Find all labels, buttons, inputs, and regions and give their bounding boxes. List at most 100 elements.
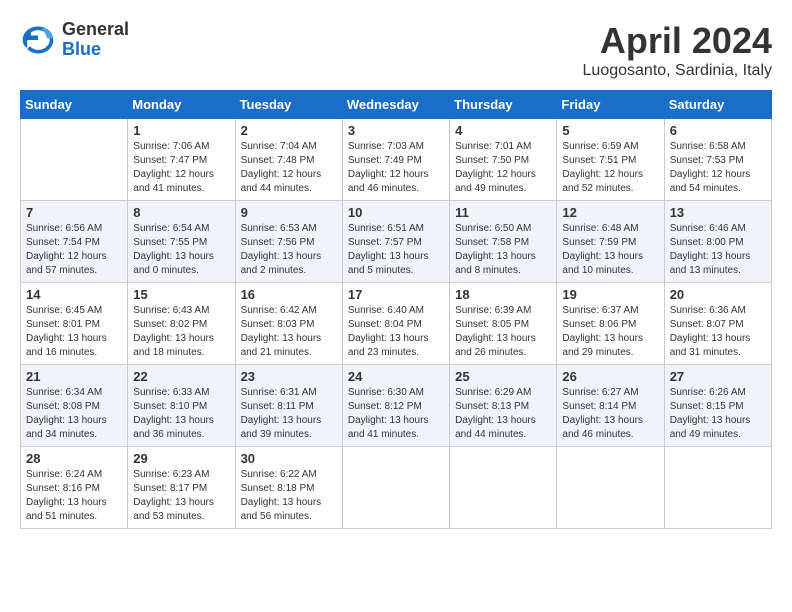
- day-number: 21: [26, 369, 122, 384]
- calendar-day-cell: 17 Sunrise: 6:40 AM Sunset: 8:04 PM Dayli…: [342, 283, 449, 365]
- day-number: 17: [348, 287, 444, 302]
- logo-blue-text: Blue: [62, 40, 129, 60]
- calendar-day-cell: 30 Sunrise: 6:22 AM Sunset: 8:18 PM Dayli…: [235, 447, 342, 529]
- calendar-day-cell: 22 Sunrise: 6:33 AM Sunset: 8:10 PM Dayli…: [128, 365, 235, 447]
- day-info: Sunrise: 6:22 AM Sunset: 8:18 PM Dayligh…: [241, 468, 337, 524]
- calendar-day-cell: 15 Sunrise: 6:43 AM Sunset: 8:02 PM Dayli…: [128, 283, 235, 365]
- day-info: Sunrise: 6:58 AM Sunset: 7:53 PM Dayligh…: [670, 140, 766, 196]
- day-number: 22: [133, 369, 229, 384]
- day-info: Sunrise: 6:31 AM Sunset: 8:11 PM Dayligh…: [241, 386, 337, 442]
- calendar-day-cell: 23 Sunrise: 6:31 AM Sunset: 8:11 PM Dayli…: [235, 365, 342, 447]
- title-area: April 2024 Luogosanto, Sardinia, Italy: [583, 20, 772, 80]
- day-number: 26: [562, 369, 658, 384]
- day-info: Sunrise: 7:03 AM Sunset: 7:49 PM Dayligh…: [348, 140, 444, 196]
- day-info: Sunrise: 7:06 AM Sunset: 7:47 PM Dayligh…: [133, 140, 229, 196]
- calendar-day-cell: 29Sunrise: 6:23 AM Sunset: 8:17 PM Dayli…: [128, 447, 235, 529]
- calendar-week-row: 28Sunrise: 6:24 AM Sunset: 8:16 PM Dayli…: [21, 447, 772, 529]
- calendar-day-cell: 14Sunrise: 6:45 AM Sunset: 8:01 PM Dayli…: [21, 283, 128, 365]
- day-info: Sunrise: 6:43 AM Sunset: 8:02 PM Dayligh…: [133, 304, 229, 360]
- day-number: 15: [133, 287, 229, 302]
- calendar-day-cell: [664, 447, 771, 529]
- day-info: Sunrise: 7:04 AM Sunset: 7:48 PM Dayligh…: [241, 140, 337, 196]
- day-number: 16: [241, 287, 337, 302]
- day-number: 14: [26, 287, 122, 302]
- day-number: 13: [670, 205, 766, 220]
- day-number: 12: [562, 205, 658, 220]
- calendar-day-cell: 8 Sunrise: 6:54 AM Sunset: 7:55 PM Daylig…: [128, 201, 235, 283]
- day-info: Sunrise: 6:59 AM Sunset: 7:51 PM Dayligh…: [562, 140, 658, 196]
- calendar-day-cell: 5Sunrise: 6:59 AM Sunset: 7:51 PM Daylig…: [557, 119, 664, 201]
- day-info: Sunrise: 6:54 AM Sunset: 7:55 PM Dayligh…: [133, 222, 229, 278]
- calendar-day-cell: 11Sunrise: 6:50 AM Sunset: 7:58 PM Dayli…: [450, 201, 557, 283]
- day-header-monday: Monday: [128, 91, 235, 119]
- calendar-header-row: SundayMondayTuesdayWednesdayThursdayFrid…: [21, 91, 772, 119]
- day-number: 3: [348, 123, 444, 138]
- logo-icon: [20, 22, 56, 58]
- location-title: Luogosanto, Sardinia, Italy: [583, 62, 772, 80]
- day-info: Sunrise: 6:48 AM Sunset: 7:59 PM Dayligh…: [562, 222, 658, 278]
- day-header-friday: Friday: [557, 91, 664, 119]
- day-info: Sunrise: 6:29 AM Sunset: 8:13 PM Dayligh…: [455, 386, 551, 442]
- day-number: 24: [348, 369, 444, 384]
- calendar-table: SundayMondayTuesdayWednesdayThursdayFrid…: [20, 90, 772, 529]
- calendar-day-cell: 28Sunrise: 6:24 AM Sunset: 8:16 PM Dayli…: [21, 447, 128, 529]
- calendar-day-cell: [557, 447, 664, 529]
- day-number: 1: [133, 123, 229, 138]
- day-number: 9: [241, 205, 337, 220]
- calendar-day-cell: 3 Sunrise: 7:03 AM Sunset: 7:49 PM Daylig…: [342, 119, 449, 201]
- day-number: 19: [562, 287, 658, 302]
- calendar-day-cell: 19 Sunrise: 6:37 AM Sunset: 8:06 PM Dayli…: [557, 283, 664, 365]
- day-header-saturday: Saturday: [664, 91, 771, 119]
- calendar-day-cell: 24 Sunrise: 6:30 AM Sunset: 8:12 PM Dayli…: [342, 365, 449, 447]
- day-info: Sunrise: 6:56 AM Sunset: 7:54 PM Dayligh…: [26, 222, 122, 278]
- day-number: 20: [670, 287, 766, 302]
- calendar-day-cell: 4Sunrise: 7:01 AM Sunset: 7:50 PM Daylig…: [450, 119, 557, 201]
- page-header: General Blue April 2024 Luogosanto, Sard…: [20, 20, 772, 80]
- day-info: Sunrise: 6:40 AM Sunset: 8:04 PM Dayligh…: [348, 304, 444, 360]
- day-info: Sunrise: 6:37 AM Sunset: 8:06 PM Dayligh…: [562, 304, 658, 360]
- day-header-thursday: Thursday: [450, 91, 557, 119]
- day-number: 30: [241, 451, 337, 466]
- day-number: 23: [241, 369, 337, 384]
- day-info: Sunrise: 6:34 AM Sunset: 8:08 PM Dayligh…: [26, 386, 122, 442]
- calendar-day-cell: [21, 119, 128, 201]
- calendar-day-cell: 25 Sunrise: 6:29 AM Sunset: 8:13 PM Dayli…: [450, 365, 557, 447]
- day-header-tuesday: Tuesday: [235, 91, 342, 119]
- calendar-week-row: 14Sunrise: 6:45 AM Sunset: 8:01 PM Dayli…: [21, 283, 772, 365]
- calendar-week-row: 7 Sunrise: 6:56 AM Sunset: 7:54 PM Daylig…: [21, 201, 772, 283]
- calendar-day-cell: 21 Sunrise: 6:34 AM Sunset: 8:08 PM Dayli…: [21, 365, 128, 447]
- calendar-day-cell: 13Sunrise: 6:46 AM Sunset: 8:00 PM Dayli…: [664, 201, 771, 283]
- day-number: 10: [348, 205, 444, 220]
- calendar-day-cell: [342, 447, 449, 529]
- calendar-day-cell: [450, 447, 557, 529]
- day-info: Sunrise: 6:42 AM Sunset: 8:03 PM Dayligh…: [241, 304, 337, 360]
- day-info: Sunrise: 6:33 AM Sunset: 8:10 PM Dayligh…: [133, 386, 229, 442]
- day-number: 18: [455, 287, 551, 302]
- calendar-day-cell: 2 Sunrise: 7:04 AM Sunset: 7:48 PM Daylig…: [235, 119, 342, 201]
- day-number: 8: [133, 205, 229, 220]
- day-number: 2: [241, 123, 337, 138]
- logo-text: General Blue: [62, 20, 129, 60]
- calendar-day-cell: 26 Sunrise: 6:27 AM Sunset: 8:14 PM Dayli…: [557, 365, 664, 447]
- day-number: 7: [26, 205, 122, 220]
- calendar-week-row: 21 Sunrise: 6:34 AM Sunset: 8:08 PM Dayli…: [21, 365, 772, 447]
- day-info: Sunrise: 6:24 AM Sunset: 8:16 PM Dayligh…: [26, 468, 122, 524]
- day-info: Sunrise: 6:26 AM Sunset: 8:15 PM Dayligh…: [670, 386, 766, 442]
- month-title: April 2024: [583, 20, 772, 62]
- calendar-day-cell: 20Sunrise: 6:36 AM Sunset: 8:07 PM Dayli…: [664, 283, 771, 365]
- day-info: Sunrise: 6:50 AM Sunset: 7:58 PM Dayligh…: [455, 222, 551, 278]
- calendar-day-cell: 1 Sunrise: 7:06 AM Sunset: 7:47 PM Daylig…: [128, 119, 235, 201]
- calendar-day-cell: 16 Sunrise: 6:42 AM Sunset: 8:03 PM Dayli…: [235, 283, 342, 365]
- day-info: Sunrise: 6:27 AM Sunset: 8:14 PM Dayligh…: [562, 386, 658, 442]
- calendar-day-cell: 7 Sunrise: 6:56 AM Sunset: 7:54 PM Daylig…: [21, 201, 128, 283]
- day-number: 27: [670, 369, 766, 384]
- day-number: 25: [455, 369, 551, 384]
- day-info: Sunrise: 6:51 AM Sunset: 7:57 PM Dayligh…: [348, 222, 444, 278]
- calendar-week-row: 1 Sunrise: 7:06 AM Sunset: 7:47 PM Daylig…: [21, 119, 772, 201]
- day-info: Sunrise: 6:30 AM Sunset: 8:12 PM Dayligh…: [348, 386, 444, 442]
- calendar-day-cell: 18 Sunrise: 6:39 AM Sunset: 8:05 PM Dayli…: [450, 283, 557, 365]
- logo-general-text: General: [62, 20, 129, 40]
- day-header-wednesday: Wednesday: [342, 91, 449, 119]
- day-info: Sunrise: 6:39 AM Sunset: 8:05 PM Dayligh…: [455, 304, 551, 360]
- calendar-day-cell: 12 Sunrise: 6:48 AM Sunset: 7:59 PM Dayli…: [557, 201, 664, 283]
